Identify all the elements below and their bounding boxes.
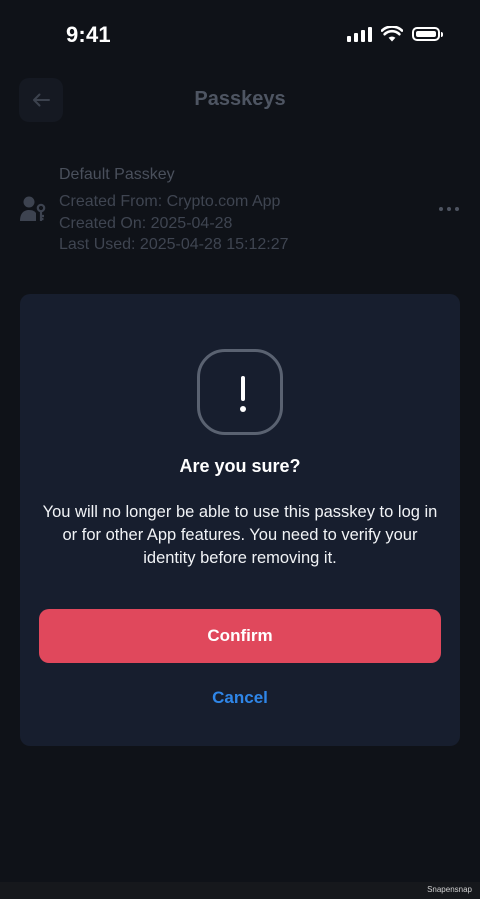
passkey-created-on: Created On: 2025-04-28	[59, 215, 233, 232]
user-key-icon	[20, 196, 46, 221]
status-bar: 9:41	[0, 0, 480, 72]
more-options-icon[interactable]	[439, 207, 459, 211]
wifi-icon	[381, 26, 403, 42]
passkey-last-used: Last Used: 2025-04-28 15:12:27	[59, 236, 289, 253]
cancel-button[interactable]: Cancel	[20, 688, 460, 708]
confirm-dialog: Are you sure? You will no longer be able…	[20, 294, 460, 746]
status-time: 9:41	[66, 22, 111, 47]
screen: 9:41 Passkeys Default Passkey Created Fr…	[0, 0, 480, 882]
dialog-title: Are you sure?	[179, 456, 301, 476]
page-title: Passkeys	[194, 88, 286, 110]
passkey-name: Default Passkey	[59, 166, 175, 183]
passkey-created-from: Created From: Crypto.com App	[59, 193, 281, 210]
exclamation-icon	[197, 349, 283, 435]
dialog-message: You will no longer be able to use this p…	[42, 503, 438, 567]
watermark-text: Snapensnap	[427, 885, 472, 894]
battery-icon	[412, 27, 443, 41]
status-icons	[347, 26, 443, 42]
confirm-button[interactable]: Confirm	[39, 609, 441, 663]
cellular-signal-icon	[347, 26, 372, 42]
footer-strip: Snapensnap	[0, 882, 480, 899]
